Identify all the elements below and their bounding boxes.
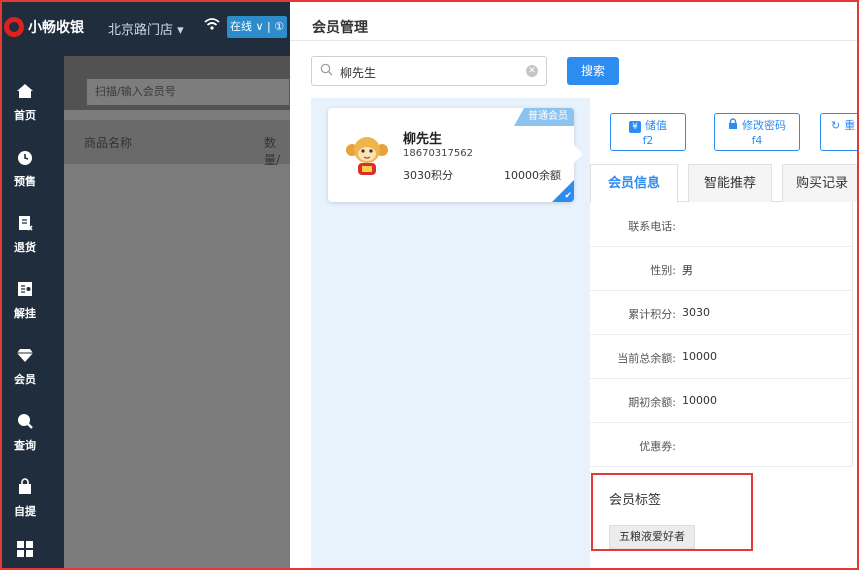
brand-name: 小畅收银 (28, 20, 84, 36)
member-tag[interactable]: 五粮液爱好者 (609, 525, 695, 549)
main-content-dimmed: 扫描/输入会员号 商品名称 数量/ (64, 56, 290, 570)
main-header: 扫描/输入会员号 (64, 56, 290, 110)
sidebar-item-member[interactable]: 会员 (0, 346, 50, 406)
card-pointer (573, 144, 583, 164)
info-value: 10000 (682, 350, 717, 363)
info-value: 男 (682, 264, 693, 277)
member-tabs: 会员信息 智能推荐 购买记录 (590, 164, 859, 203)
tab-member-info[interactable]: 会员信息 (590, 164, 678, 203)
change-password-shortcut: f4 (751, 134, 763, 147)
recharge-button[interactable]: ¥ 储值 f2 (610, 113, 686, 151)
return-icon (0, 214, 50, 239)
recharge-shortcut: f2 (642, 134, 654, 147)
sidebar-item-presale[interactable]: 预售 (0, 148, 50, 208)
info-row-coupons: 优惠券: (590, 423, 852, 467)
member-phone: 18670317562 (403, 148, 473, 159)
member-tags-title: 会员标签 (609, 493, 662, 508)
member-name: 柳先生 (403, 132, 443, 147)
online-status-selector[interactable]: 在线 ∨ | ① (227, 16, 287, 38)
tab-purchase-history[interactable]: 购买记录 (782, 164, 859, 202)
sidebar-item-label: 首页 (14, 109, 36, 122)
divider (290, 40, 859, 41)
member-level-badge: 普通会员 (514, 108, 574, 126)
brand-logo-icon (4, 17, 24, 37)
info-row-initial-balance: 期初余额: 10000 (590, 379, 852, 423)
sidebar-item-label: 查询 (14, 439, 36, 452)
sidebar-item-label: 预售 (14, 175, 36, 188)
clear-icon[interactable]: ✕ (526, 65, 538, 77)
bag-icon (0, 478, 50, 503)
change-password-button[interactable]: 修改密码 f4 (714, 113, 800, 151)
lock-icon (728, 118, 738, 133)
check-icon: ✔ (564, 191, 572, 201)
sidebar: 首页 预售 退货 解挂 会员 查询 自提 (0, 56, 64, 570)
info-row-gender: 性别: 男 (590, 247, 852, 291)
search-value: 柳先生 (340, 66, 377, 80)
grid-icon (0, 540, 50, 565)
refresh-icon: ↻ (831, 119, 841, 132)
yen-icon: ¥ (629, 121, 641, 133)
reset-label: 重 (844, 119, 856, 132)
unhold-icon (0, 280, 50, 305)
member-tags-section: 会员标签 五粮液爱好者 (591, 473, 753, 551)
divider (852, 202, 853, 466)
member-management-panel: 会员管理 柳先生 ✕ 搜索 普通会员 柳先生 18670317562 3030积… (290, 0, 859, 570)
column-product-name: 商品名称 (84, 136, 133, 150)
store-selector[interactable]: 北京路门店 ▾ (108, 19, 184, 38)
info-label: 优惠券: (639, 440, 676, 453)
sidebar-item-unhold[interactable]: 解挂 (0, 280, 50, 340)
column-quantity: 数量/ (264, 136, 281, 167)
info-label: 累计积分: (628, 308, 676, 321)
sidebar-item-label: 退货 (14, 241, 36, 254)
info-label: 期初余额: (628, 396, 676, 409)
change-password-label: 修改密码 (742, 119, 786, 132)
info-label: 联系电话: (628, 220, 676, 233)
sidebar-item-label: 解挂 (14, 307, 36, 320)
info-value: 10000 (682, 394, 717, 407)
home-icon (0, 82, 50, 107)
info-label: 当前总余额: (617, 352, 676, 365)
sidebar-item-more[interactable] (0, 540, 50, 570)
member-scan-input[interactable]: 扫描/输入会员号 (86, 78, 290, 106)
member-search-input[interactable]: 柳先生 ✕ (311, 56, 547, 86)
search-icon (320, 63, 333, 80)
diamond-icon (0, 346, 50, 371)
sidebar-item-query[interactable]: 查询 (0, 412, 50, 472)
info-value: 3030 (682, 306, 710, 319)
search-icon (0, 412, 50, 437)
tab-smart-recommend[interactable]: 智能推荐 (688, 164, 772, 202)
reset-button[interactable]: ↻ 重 (820, 113, 859, 151)
sidebar-item-home[interactable]: 首页 (0, 82, 50, 142)
sidebar-item-label: 会员 (14, 373, 36, 386)
sidebar-item-return[interactable]: 退货 (0, 214, 50, 274)
info-row-phone: 联系电话: (590, 203, 852, 247)
search-button[interactable]: 搜索 (567, 57, 619, 85)
info-row-current-balance: 当前总余额: 10000 (590, 335, 852, 379)
wifi-icon (204, 17, 220, 35)
avatar (342, 130, 392, 180)
info-label: 性别: (650, 264, 676, 277)
brand: 小畅收银 (4, 17, 84, 37)
sidebar-item-label: 自提 (14, 505, 36, 518)
member-points: 3030积分 (403, 169, 453, 182)
sidebar-item-pickup[interactable]: 自提 (0, 478, 50, 538)
info-row-total-points: 累计积分: 3030 (590, 291, 852, 335)
member-card[interactable]: 普通会员 柳先生 18670317562 3030积分 10000余额 ✔ (328, 108, 583, 202)
clock-icon (0, 148, 50, 173)
recharge-label: 储值 (645, 119, 667, 132)
panel-title: 会员管理 (312, 20, 368, 36)
